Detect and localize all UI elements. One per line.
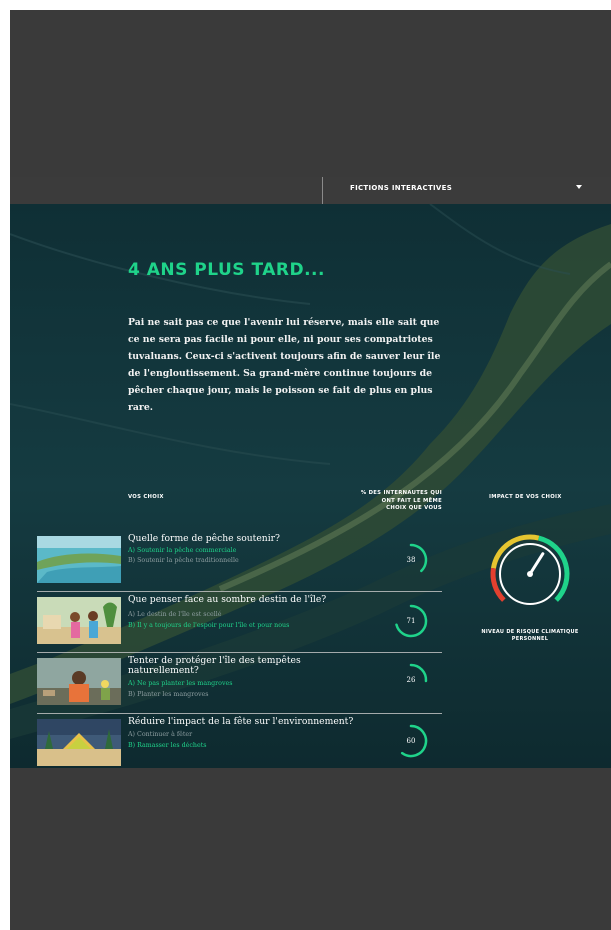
top-nav-bar: FICTIONS INTERACTIVES [10,177,611,204]
percent-ring: 71 [391,601,431,641]
impact-header: IMPACT DE VOS CHOIX [489,494,562,500]
percent-value: 26 [406,676,416,684]
choice-option: B) Soutenir la pêche traditionnelle [128,557,239,564]
choice-row: Réduire l'impact de la fête sur l'enviro… [37,717,442,768]
choice-option: B) Planter les mangroves [128,691,209,698]
choice-question: Quelle forme de pêche soutenir? [128,533,280,544]
choice-thumbnail [37,719,121,766]
story-title: 4 ANS PLUS TARD... [128,260,325,280]
choice-question: Que penser face au sombre destin de l'îl… [128,594,327,605]
choices-header: VOS CHOIX [128,494,164,500]
nav-divider [322,177,323,204]
climate-risk-gauge [490,534,570,605]
row-divider [37,652,442,653]
gauge-needle [528,552,545,576]
row-divider [37,591,442,592]
fictions-menu-button[interactable]: FICTIONS INTERACTIVES [350,184,452,192]
choice-question: Tenter de protéger l'île des tempêtes na… [128,655,301,676]
chevron-down-icon[interactable] [576,185,582,189]
choice-row: Quelle forme de pêche soutenir? A) Soute… [37,534,442,592]
choice-row: Que penser face au sombre destin de l'îl… [37,595,442,653]
choice-row: Tenter de protéger l'île des tempêtes na… [37,656,442,714]
percent-ring: 26 [391,660,431,700]
choice-option-selected: A) Ne pas planter les mangroves [128,680,233,687]
choice-option-selected: A) Soutenir la pêche commerciale [128,547,237,554]
choice-option-selected: B) Il y a toujours de l'espoir pour l'îl… [128,622,290,629]
row-divider [37,713,442,714]
choice-option: A) Continuer à fêter [128,731,193,738]
choice-question: Réduire l'impact de la fête sur l'enviro… [128,716,354,727]
percent-ring: 60 [391,721,431,761]
gauge-label: NIVEAU DE RISQUE CLIMATIQUE PERSONNEL [481,629,579,642]
percent-ring: 38 [391,540,431,580]
choice-option: A) Le destin de l'île est scellé [128,611,222,618]
choice-thumbnail [37,536,121,583]
percent-value: 60 [406,737,416,745]
percent-value: 38 [406,556,416,564]
percent-header: % DES INTERNAUTES QUI ONT FAIT LE MÊME C… [360,490,442,511]
percent-value: 71 [406,617,416,625]
choice-option-selected: B) Ramasser les déchets [128,742,207,749]
story-intro: Pai ne sait pas ce que l'avenir lui rése… [128,317,441,413]
story-section: 4 ANS PLUS TARD... Pai ne sait pas ce qu… [10,204,611,768]
choice-thumbnail [37,658,121,705]
choice-thumbnail [37,597,121,644]
